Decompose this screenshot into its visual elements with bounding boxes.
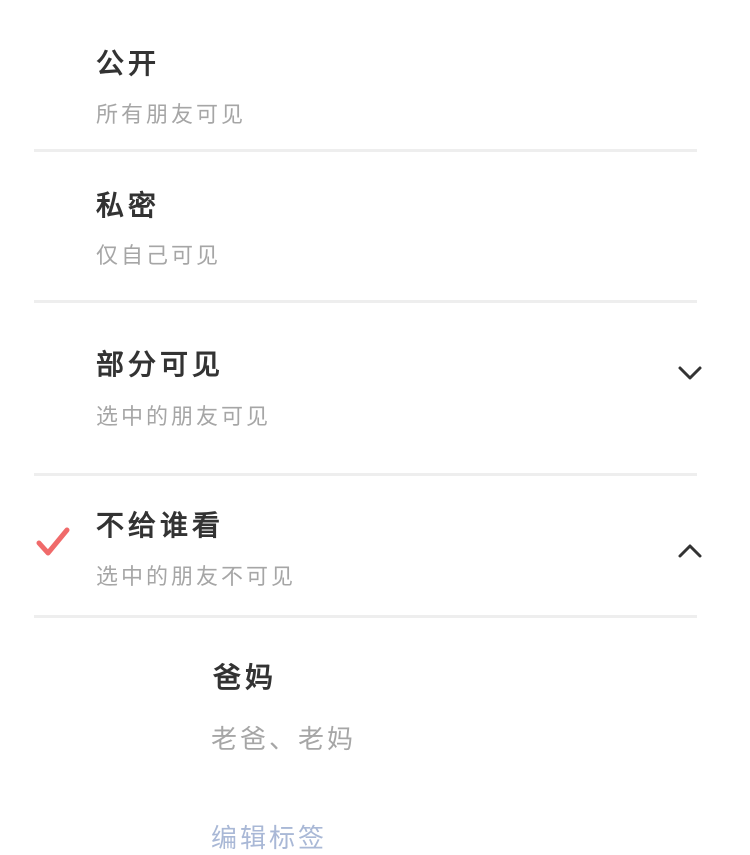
option-public[interactable]: 公开 所有朋友可见 xyxy=(0,0,750,150)
tag-group-members: 老爸、老妈 xyxy=(211,725,357,755)
chevron-up-icon[interactable] xyxy=(676,541,704,561)
option-partial-visible-subtitle: 选中的朋友可见 xyxy=(96,405,272,430)
tag-group-title: 爸妈 xyxy=(213,661,278,694)
option-public-title: 公开 xyxy=(96,47,161,80)
chevron-down-icon[interactable] xyxy=(676,363,704,383)
edit-tags-link[interactable]: 编辑标签 xyxy=(211,818,327,855)
option-private[interactable]: 私密 仅自己可见 xyxy=(0,152,750,301)
option-public-subtitle: 所有朋友可见 xyxy=(96,103,247,128)
option-hide-from[interactable]: 不给谁看 选中的朋友不可见 xyxy=(0,476,750,616)
option-hide-from-subtitle: 选中的朋友不可见 xyxy=(96,565,297,590)
option-partial-visible-title: 部分可见 xyxy=(96,348,225,381)
option-private-subtitle: 仅自己可见 xyxy=(96,244,222,269)
checkmark-icon xyxy=(36,527,70,556)
option-private-title: 私密 xyxy=(96,189,161,222)
option-hide-from-title: 不给谁看 xyxy=(96,509,225,542)
option-partial-visible[interactable]: 部分可见 选中的朋友可见 xyxy=(0,303,750,473)
divider xyxy=(34,615,697,618)
